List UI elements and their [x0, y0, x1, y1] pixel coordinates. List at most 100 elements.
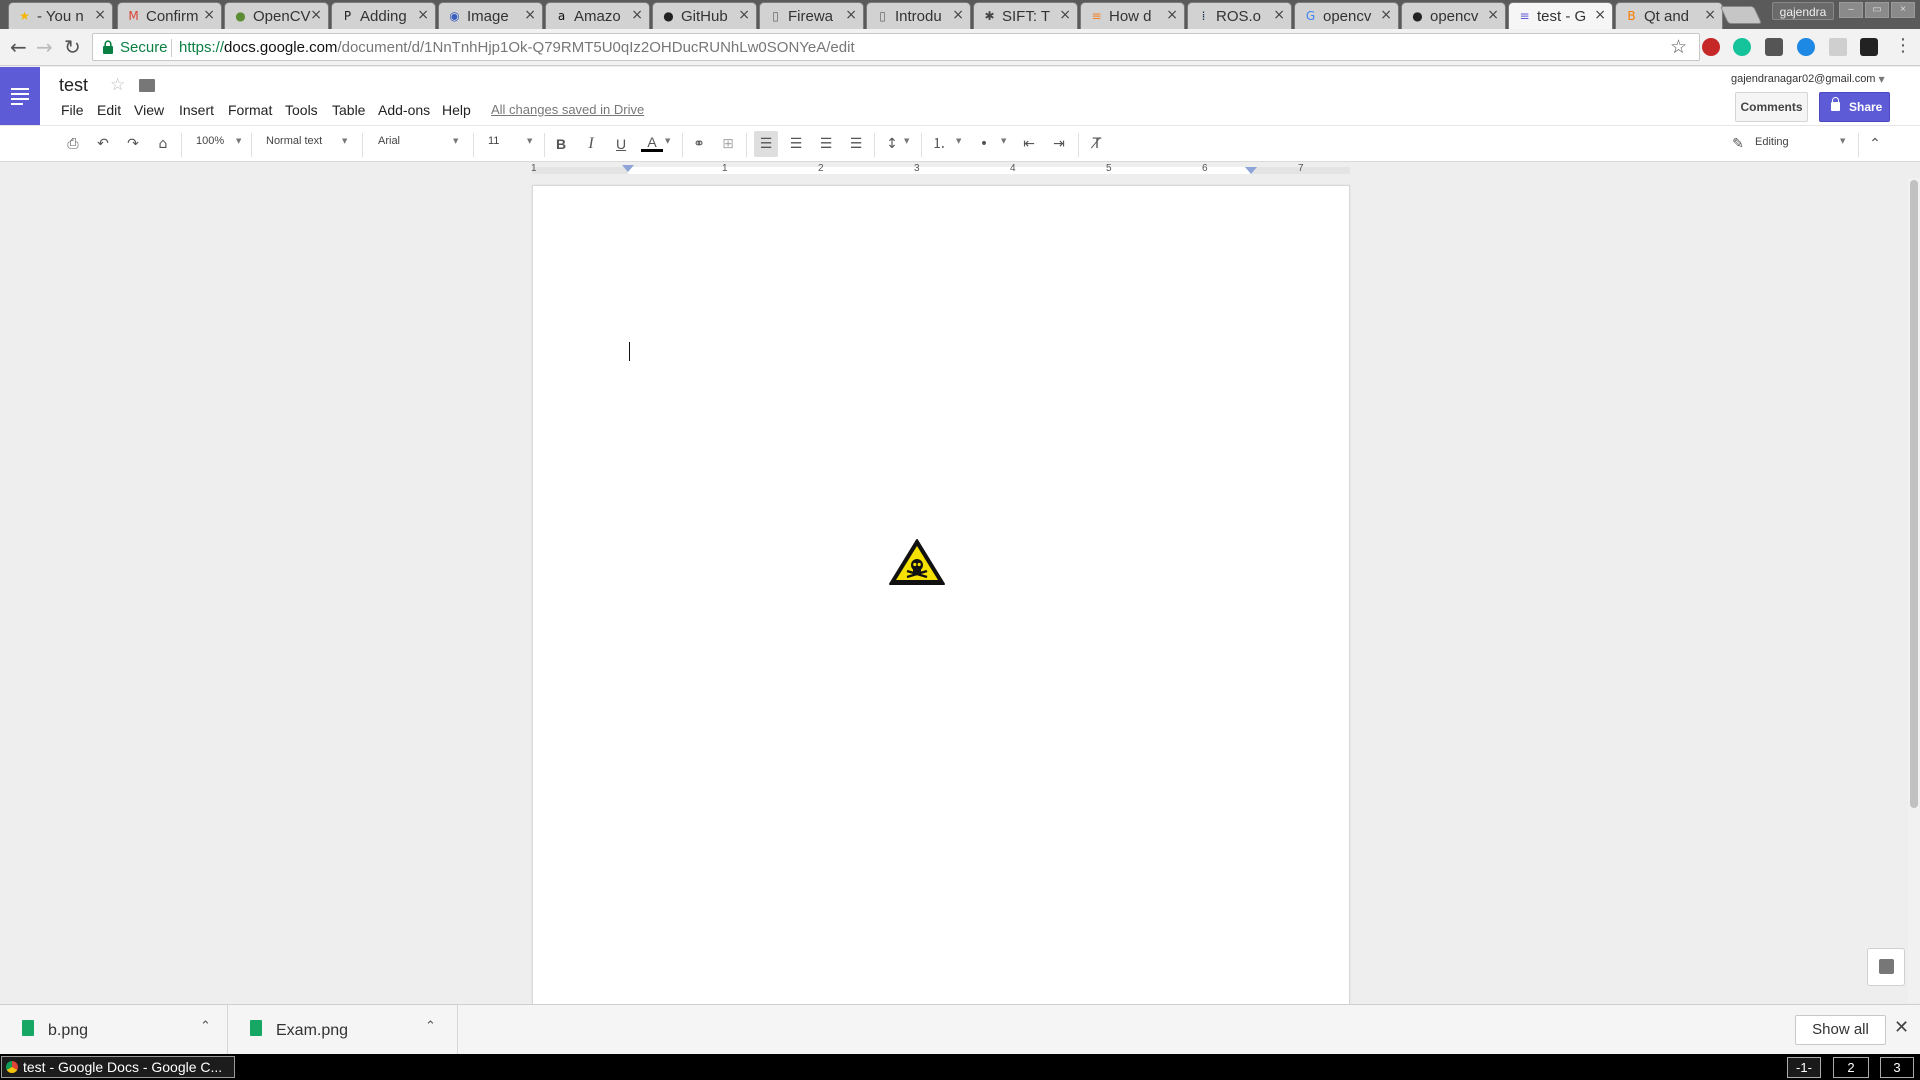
redo-icon[interactable]: ↷: [123, 134, 143, 154]
left-indent-marker-icon[interactable]: [622, 165, 634, 172]
increase-indent-icon[interactable]: ⇥: [1048, 134, 1070, 154]
insert-comment-icon[interactable]: ⊞: [718, 134, 738, 154]
menu-item[interactable]: View: [134, 102, 164, 118]
browser-tab[interactable]: ✱ SIFT: T ×: [973, 2, 1078, 29]
account-email[interactable]: gajendranagar02@gmail.com ▼: [1731, 73, 1885, 85]
tab-close-icon[interactable]: ×: [1380, 7, 1392, 23]
close-window-icon[interactable]: ×: [1891, 2, 1915, 18]
align-justify-icon[interactable]: ☰: [846, 134, 866, 154]
document-page[interactable]: [532, 185, 1350, 1005]
tab-close-icon[interactable]: ×: [1273, 7, 1285, 23]
browser-tab[interactable]: ⁞ ROS.o ×: [1187, 2, 1292, 29]
minimize-window-icon[interactable]: –: [1839, 2, 1863, 18]
ruler[interactable]: 1 1 2 3 4 5 6 7: [531, 162, 1350, 179]
menu-item[interactable]: Format: [228, 102, 272, 118]
align-center-icon[interactable]: ☰: [786, 134, 806, 154]
paragraph-style-select[interactable]: Normal text: [266, 135, 322, 147]
folder-icon[interactable]: [139, 79, 155, 92]
tab-close-icon[interactable]: ×: [524, 7, 536, 23]
bulleted-list-icon[interactable]: •: [973, 134, 995, 154]
browser-tab[interactable]: ≡ test - G ×: [1508, 2, 1613, 29]
browser-tab[interactable]: ● GitHub ×: [652, 2, 757, 29]
browser-tab[interactable]: P Adding ×: [331, 2, 436, 29]
editing-mode-select[interactable]: Editing: [1755, 136, 1789, 148]
extension-gray-icon[interactable]: [1829, 38, 1847, 56]
extension-dark-icon[interactable]: [1860, 38, 1878, 56]
menu-item[interactable]: Help: [442, 102, 471, 118]
workspace-button[interactable]: -1-: [1787, 1057, 1821, 1078]
font-size-select[interactable]: 11: [488, 135, 499, 147]
star-icon[interactable]: ☆: [110, 75, 125, 95]
workspace-button[interactable]: 2: [1833, 1057, 1869, 1078]
ghostery-extension-icon[interactable]: [1765, 38, 1783, 56]
back-icon[interactable]: ←: [10, 36, 27, 58]
save-status[interactable]: All changes saved in Drive: [491, 102, 644, 117]
download-item[interactable]: b.png ⌃: [0, 1005, 228, 1055]
menu-item[interactable]: Add-ons: [378, 102, 430, 118]
tab-close-icon[interactable]: ×: [94, 7, 106, 23]
underline-icon[interactable]: U: [611, 134, 631, 154]
browser-tab[interactable]: ● OpenCV ×: [224, 2, 329, 29]
close-shelf-icon[interactable]: ✕: [1894, 1017, 1909, 1038]
tab-close-icon[interactable]: ×: [845, 7, 857, 23]
right-indent-marker-icon[interactable]: [1245, 167, 1257, 174]
reload-icon[interactable]: ↻: [64, 36, 81, 58]
align-right-icon[interactable]: ☰: [816, 134, 836, 154]
tab-close-icon[interactable]: ×: [952, 7, 964, 23]
address-bar[interactable]: Secure https://docs.google.com/document/…: [92, 33, 1700, 61]
tab-close-icon[interactable]: ×: [1594, 7, 1606, 23]
collapse-menus-icon[interactable]: ⌃: [1865, 134, 1885, 154]
browser-tab[interactable]: ▯ Introdu ×: [866, 2, 971, 29]
docs-home-icon[interactable]: [0, 67, 40, 125]
tab-close-icon[interactable]: ×: [1166, 7, 1178, 23]
download-item[interactable]: Exam.png ⌃: [228, 1005, 458, 1055]
line-spacing-icon[interactable]: ↕: [881, 134, 903, 154]
undo-icon[interactable]: ↶: [93, 134, 113, 154]
print-icon[interactable]: ⎙: [63, 134, 83, 154]
profile-button[interactable]: gajendra: [1772, 2, 1834, 20]
tab-close-icon[interactable]: ×: [1059, 7, 1071, 23]
italic-icon[interactable]: I: [581, 134, 601, 154]
comments-button[interactable]: Comments: [1735, 92, 1808, 122]
browser-tab[interactable]: Gopencv ×: [1294, 2, 1399, 29]
browser-tab[interactable]: ★ - You n ×: [8, 2, 113, 29]
forward-icon[interactable]: →: [36, 36, 53, 58]
browser-tab[interactable]: B Qt and ×: [1615, 2, 1723, 29]
numbered-list-icon[interactable]: ⒈: [928, 134, 950, 154]
decrease-indent-icon[interactable]: ⇤: [1018, 134, 1040, 154]
extension-blue-icon[interactable]: [1797, 38, 1815, 56]
chevron-up-icon[interactable]: ⌃: [425, 1019, 436, 1034]
zoom-select[interactable]: 100%: [196, 135, 224, 147]
browser-tab[interactable]: ▯ Firewa ×: [759, 2, 864, 29]
maximize-window-icon[interactable]: ▭: [1865, 2, 1889, 18]
tab-close-icon[interactable]: ×: [417, 7, 429, 23]
tab-close-icon[interactable]: ×: [738, 7, 750, 23]
tab-close-icon[interactable]: ×: [1487, 7, 1499, 23]
scrollbar-thumb[interactable]: [1910, 180, 1918, 808]
explore-button[interactable]: [1867, 948, 1905, 986]
taskbar-window-item[interactable]: test - Google Docs - Google C...: [1, 1056, 235, 1078]
tab-close-icon[interactable]: ×: [1704, 7, 1716, 23]
menu-item[interactable]: Insert: [179, 102, 214, 118]
menu-item[interactable]: Tools: [285, 102, 318, 118]
menu-item[interactable]: Edit: [97, 102, 121, 118]
chevron-up-icon[interactable]: ⌃: [200, 1019, 211, 1034]
bookmark-star-icon[interactable]: ☆: [1670, 36, 1687, 58]
tab-close-icon[interactable]: ×: [203, 7, 215, 23]
clear-formatting-icon[interactable]: T̸: [1086, 134, 1108, 154]
browser-tab[interactable]: M Confirm ×: [117, 2, 222, 29]
font-select[interactable]: Arial: [378, 135, 400, 147]
chrome-menu-icon[interactable]: ⋮: [1894, 35, 1912, 57]
menu-item[interactable]: File: [61, 102, 84, 118]
link-icon[interactable]: ⚭: [688, 134, 710, 154]
document-title[interactable]: test: [59, 75, 88, 96]
grammarly-extension-icon[interactable]: [1733, 38, 1751, 56]
browser-tab[interactable]: a Amazo ×: [545, 2, 650, 29]
text-color-icon[interactable]: A: [641, 134, 663, 152]
bold-icon[interactable]: B: [551, 134, 571, 154]
browser-tab[interactable]: ◉ Image ×: [438, 2, 543, 29]
share-button[interactable]: Share: [1819, 92, 1890, 122]
tab-close-icon[interactable]: ×: [310, 7, 322, 23]
hazard-skull-icon[interactable]: [888, 538, 946, 586]
show-all-button[interactable]: Show all: [1795, 1015, 1886, 1045]
